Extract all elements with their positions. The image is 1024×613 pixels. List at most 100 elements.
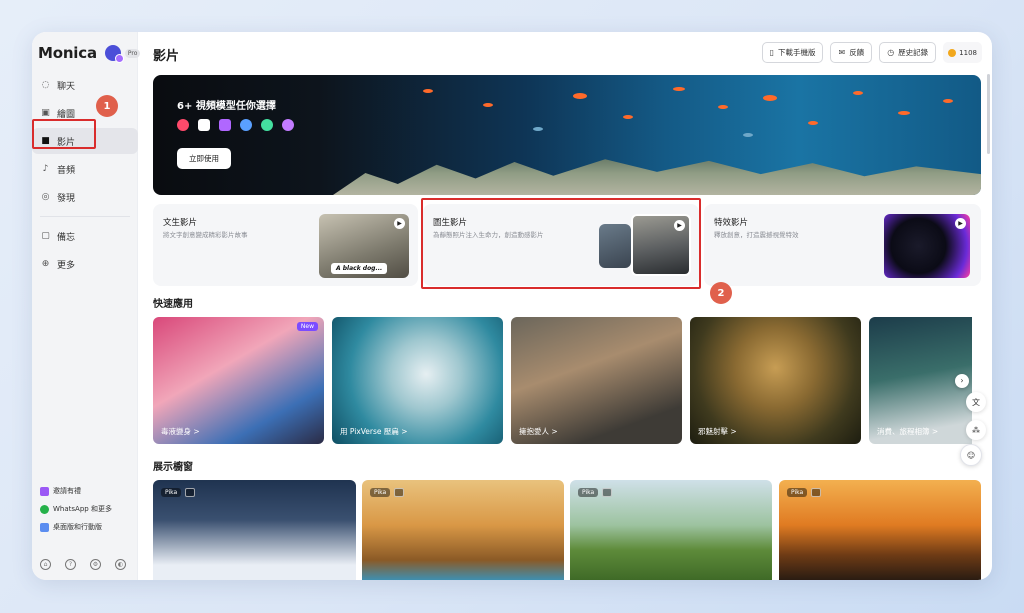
chat-icon: ◌ [41,79,50,90]
effects-video-card[interactable]: 特效影片 釋放創意，打造震撼視覺特效 ▶ [704,204,981,286]
sidebar-bottom-links: 邀請有禮 WhatsApp 和更多 桌面版和行動版 [40,482,135,536]
quick-app-card[interactable]: 擁抱愛人 > [511,317,682,444]
help-icon[interactable]: ? [65,559,76,570]
annotation-box-video [32,119,96,149]
annotation-marker: 1 [96,95,118,117]
pika-label: Pika [578,488,613,497]
fish-graphic [763,95,777,101]
fish-graphic [808,121,818,125]
image-icon [811,488,822,497]
scrollbar[interactable] [987,74,990,154]
fish-graphic [718,105,728,109]
top-actions: ▯ 下載手機版 ✉ 反饋 ◷ 歷史記錄 1108 [761,42,982,63]
whatsapp-link[interactable]: WhatsApp 和更多 [40,500,135,518]
history-label: 歷史記錄 [898,48,929,57]
use-now-button[interactable]: 立即使用 [177,148,231,169]
history-button[interactable]: ◷ 歷史記錄 [879,42,937,63]
sidebar-nav: ◌ 聊天 ▣ 繪圖 ■ 影片 ♪ 音頻 ◎ 發現 ▢ 備忘 ⊕ 更多 [32,72,138,279]
main-content: 影片 ▯ 下載手機版 ✉ 反饋 ◷ 歷史記錄 1108 6+ 視頻模型任你選擇 … [138,32,992,580]
page-title: 影片 [153,49,180,64]
pika-label: Pika [370,488,405,497]
assistant-icon[interactable]: ☺ [960,444,982,466]
sidebar-item-discover[interactable]: ◎ 發現 [32,184,138,210]
showcase-card[interactable]: Pika [153,480,356,580]
settings-icon[interactable]: ⚙ [90,559,101,570]
credits-badge[interactable]: 1108 [943,42,982,63]
fish-graphic [853,91,863,95]
whatsapp-icon [40,504,49,514]
fish-graphic [943,99,953,103]
sidebar-item-label: 聊天 [57,81,76,92]
memo-icon: ▢ [41,230,50,241]
translate-icon[interactable]: 文 [966,392,986,412]
gift-icon [40,486,49,496]
pika-tag: Pika [370,488,391,497]
quick-app-card[interactable]: 用 PixVerse 壓扁 > [332,317,503,444]
phone-icon: ▯ [769,48,774,57]
prompt-caption: A black dog... [331,263,388,274]
model-logo-icon [282,119,294,131]
card-title: 特效影片 [714,218,749,228]
home-icon[interactable]: ⌂ [40,559,51,570]
invite-link[interactable]: 邀請有禮 [40,482,135,500]
sidebar-item-audio[interactable]: ♪ 音頻 [32,156,138,182]
feedback-label: 反饋 [849,48,865,57]
pika-label: Pika [787,488,822,497]
card-title: 文生影片 [163,218,198,228]
devices-icon [40,522,49,532]
quick-app-label: 邪魅射擊 > [698,427,737,436]
fish-graphic [623,115,633,119]
mail-icon: ✉ [838,48,846,57]
hero-title: 6+ 視頻模型任你選擇 [177,101,276,112]
image-icon: ▣ [41,107,50,118]
hero-banner[interactable]: 6+ 視頻模型任你選擇 立即使用 [153,75,981,195]
venom-thumbnail: ▶ [884,214,970,278]
card-desc: 將文字創意變成精彩影片故事 [163,231,248,239]
compass-icon: ◎ [41,191,50,202]
image-icon [394,488,405,497]
apps-icon[interactable]: ⁂ [966,420,986,440]
fish-graphic [483,103,493,107]
quick-app-card[interactable]: 邪魅射擊 > [690,317,861,444]
fish-graphic [743,133,753,137]
sidebar-item-label: 更多 [57,260,76,271]
carousel-next-button[interactable]: › [955,374,969,388]
showcase-title: 展示櫥窗 [153,462,193,473]
sidebar: Monica Pro ◌ 聊天 ▣ 繪圖 ■ 影片 ♪ 音頻 ◎ 發現 ▢ 備忘… [32,32,141,580]
play-icon: ▶ [955,218,966,229]
showcase-card[interactable]: Pika [779,480,981,580]
theme-icon[interactable]: ◐ [115,559,126,570]
pika-label: Pika [161,488,196,497]
image-icon [185,488,196,497]
desktop-app-label: 桌面版和行動版 [53,523,102,531]
sidebar-item-label: 繪圖 [57,109,76,120]
quick-apps-title: 快速應用 [153,299,193,310]
model-logo-icon [261,119,273,131]
brand-name: Monica [38,44,97,62]
download-label: 下載手機版 [777,48,816,57]
download-mobile-button[interactable]: ▯ 下載手機版 [761,42,824,63]
app-window: Monica Pro ◌ 聊天 ▣ 繪圖 ■ 影片 ♪ 音頻 ◎ 發現 ▢ 備忘… [32,32,992,580]
image-icon [602,488,613,497]
pika-tag: Pika [578,488,599,497]
fish-graphic [423,89,433,93]
plus-circle-icon: ⊕ [41,258,50,269]
sidebar-item-label: 發現 [57,193,76,204]
sidebar-item-more[interactable]: ⊕ 更多 [32,251,138,277]
desktop-app-link[interactable]: 桌面版和行動版 [40,518,135,536]
pika-tag: Pika [161,488,182,497]
showcase-card[interactable]: Pika [362,480,564,580]
avatar[interactable] [104,45,124,63]
sidebar-item-chat[interactable]: ◌ 聊天 [32,72,138,98]
quick-app-label: 用 PixVerse 壓扁 > [340,427,408,436]
quick-app-card[interactable]: New 毒液變身 > [153,317,324,444]
feedback-button[interactable]: ✉ 反饋 [830,42,873,63]
sidebar-item-label: 音頻 [57,165,76,176]
annotation-marker: 2 [710,282,732,304]
showcase-card[interactable]: Pika [570,480,772,580]
coral-reef-graphic [333,159,981,195]
pika-tag: Pika [787,488,808,497]
sidebar-item-memo[interactable]: ▢ 備忘 [32,223,138,249]
text-to-video-card[interactable]: 文生影片 將文字創意變成精彩影片故事 ▶ A black dog... [153,204,418,286]
fish-graphic [898,111,910,115]
